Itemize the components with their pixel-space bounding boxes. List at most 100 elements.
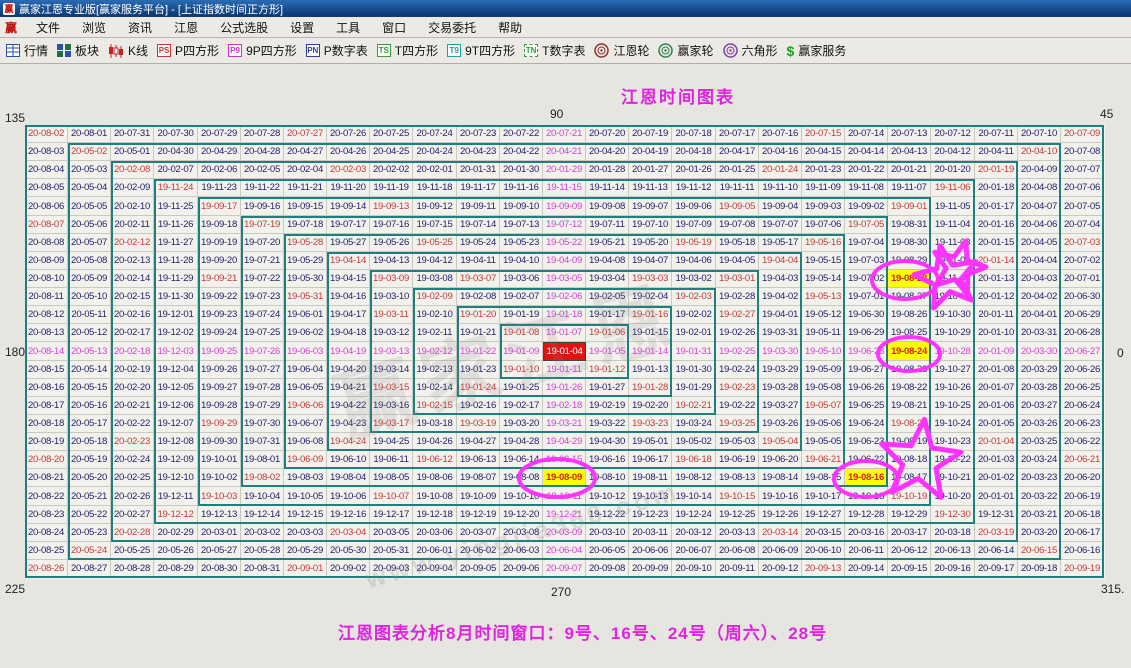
menu-item-资讯[interactable]: 资讯: [117, 17, 163, 38]
date-cell: 19-07-03: [845, 252, 888, 270]
date-cell: 19-10-22: [931, 451, 975, 469]
tool-9T四方形[interactable]: T99T四方形: [447, 42, 515, 59]
date-cell: 20-04-22: [500, 143, 543, 161]
menu-app-icon: 赢: [5, 19, 17, 36]
date-cell: 20-08-29: [154, 560, 198, 578]
date-cell: 19-06-26: [845, 379, 888, 397]
date-cell: 19-05-29: [284, 252, 327, 270]
date-cell: 20-04-24: [413, 143, 457, 161]
date-cell: 19-08-20: [888, 415, 931, 433]
date-cell: 20-07-06: [1061, 179, 1104, 197]
date-cell: 20-04-02: [1018, 288, 1061, 306]
date-cell: 20-02-08: [111, 161, 154, 179]
date-cell: 20-05-09: [68, 270, 111, 288]
date-cell: 19-08-25: [888, 324, 931, 342]
date-cell: 19-12-16: [327, 506, 370, 524]
date-cell: 20-06-13: [931, 542, 975, 560]
date-cell: 19-10-13: [629, 487, 672, 506]
date-cell: 20-04-13: [888, 143, 931, 161]
date-cell: 19-04-08: [586, 252, 629, 270]
date-cell: 19-09-07: [629, 197, 672, 216]
date-cell: 19-05-03: [716, 433, 759, 451]
date-cell: 19-07-17: [327, 216, 370, 234]
date-cell: 20-07-11: [975, 125, 1018, 143]
date-cell: 19-11-11: [716, 179, 759, 197]
menu-item-浏览[interactable]: 浏览: [71, 17, 117, 38]
tool-六角形[interactable]: 六角形: [723, 42, 778, 59]
date-cell: 19-11-14: [586, 179, 629, 197]
date-cell: 19-08-18: [888, 451, 931, 469]
tool-板块[interactable]: 板块: [57, 42, 99, 59]
date-cell: 19-10-19: [888, 487, 931, 506]
date-cell: 19-02-21: [672, 397, 716, 415]
date-cell: 19-02-10: [413, 306, 457, 324]
date-cell: 19-12-14: [241, 506, 284, 524]
date-cell: 19-04-11: [457, 252, 500, 270]
tool-P数字表[interactable]: PNP数字表: [306, 42, 368, 59]
date-cell: 20-02-13: [111, 252, 154, 270]
date-cell: 19-06-24: [845, 415, 888, 433]
tool-T数字表[interactable]: TNT数字表: [524, 42, 585, 59]
date-cell: 19-10-23: [931, 433, 975, 451]
date-cell: 20-06-03: [500, 542, 543, 560]
date-cell: 19-10-21: [931, 469, 975, 487]
date-cell: 19-07-04: [845, 234, 888, 252]
date-cell: 20-05-20: [68, 469, 111, 487]
menu-item-江恩[interactable]: 江恩: [163, 17, 209, 38]
date-cell: 20-04-03: [1018, 270, 1061, 288]
date-cell: 20-07-18: [672, 125, 716, 143]
date-cell: 19-06-21: [802, 451, 845, 469]
date-cell: 19-02-18: [543, 397, 586, 415]
date-cell: 19-08-29: [888, 252, 931, 270]
date-cell: 20-01-19: [975, 161, 1018, 179]
date-cell: 20-07-25: [370, 125, 413, 143]
angle-label-45: 45: [1100, 107, 1113, 121]
tool-P四方形[interactable]: PSP四方形: [157, 42, 219, 59]
date-cell: 19-09-21: [198, 270, 241, 288]
tool-赢家轮[interactable]: 赢家轮: [658, 42, 713, 59]
date-cell: 20-01-22: [845, 161, 888, 179]
date-cell: 20-08-30: [198, 560, 241, 578]
date-cell: 19-02-08: [457, 288, 500, 306]
date-cell: 20-09-12: [759, 560, 802, 578]
date-cell: 19-08-15: [802, 469, 845, 487]
date-cell: 20-03-27: [1018, 397, 1061, 415]
date-cell: 19-10-24: [931, 415, 975, 433]
menu-item-公式选股[interactable]: 公式选股: [209, 17, 279, 38]
tool-label: P四方形: [175, 42, 219, 59]
date-cell: 19-10-29: [931, 324, 975, 342]
menu-item-设置[interactable]: 设置: [279, 17, 325, 38]
date-cell: 19-08-30: [888, 234, 931, 252]
tool-赢家服务[interactable]: $赢家服务: [787, 42, 847, 59]
date-cell: 19-02-28: [716, 288, 759, 306]
date-cell: 19-12-26: [759, 506, 802, 524]
tool-T四方形[interactable]: TST四方形: [377, 42, 438, 59]
date-cell: 20-02-07: [154, 161, 198, 179]
menu-item-帮助[interactable]: 帮助: [487, 17, 533, 38]
date-cell: 19-03-14: [370, 361, 413, 379]
date-cell: 20-01-15: [975, 234, 1018, 252]
date-cell: 19-01-15: [629, 324, 672, 342]
date-cell: 19-12-24: [672, 506, 716, 524]
date-cell: 20-05-18: [68, 433, 111, 451]
date-cell: 20-06-25: [1061, 379, 1104, 397]
date-cell: 19-12-10: [154, 469, 198, 487]
date-cell: 19-03-06: [500, 270, 543, 288]
tool-9P四方形[interactable]: P99P四方形: [228, 42, 297, 59]
date-cell: 19-12-21: [543, 506, 586, 524]
date-cell: 20-05-17: [68, 415, 111, 433]
tool-行情[interactable]: 行情: [6, 42, 48, 59]
date-cell: 20-05-11: [68, 306, 111, 324]
menu-item-文件[interactable]: 文件: [25, 17, 71, 38]
menu-item-工具[interactable]: 工具: [325, 17, 371, 38]
date-cell: 19-09-23: [198, 306, 241, 324]
date-cell: 19-11-06: [931, 179, 975, 197]
menu-bar: 赢 文件浏览资讯江恩公式选股设置工具窗口交易委托帮助: [0, 17, 1131, 38]
date-cell: 20-09-09: [629, 560, 672, 578]
menu-item-窗口[interactable]: 窗口: [371, 17, 417, 38]
tool-江恩轮[interactable]: 江恩轮: [594, 42, 649, 59]
date-cell: 20-05-24: [68, 542, 111, 560]
date-cell: 19-06-02: [284, 324, 327, 342]
menu-item-交易委托[interactable]: 交易委托: [417, 17, 487, 38]
tool-K线[interactable]: K线: [108, 42, 148, 59]
